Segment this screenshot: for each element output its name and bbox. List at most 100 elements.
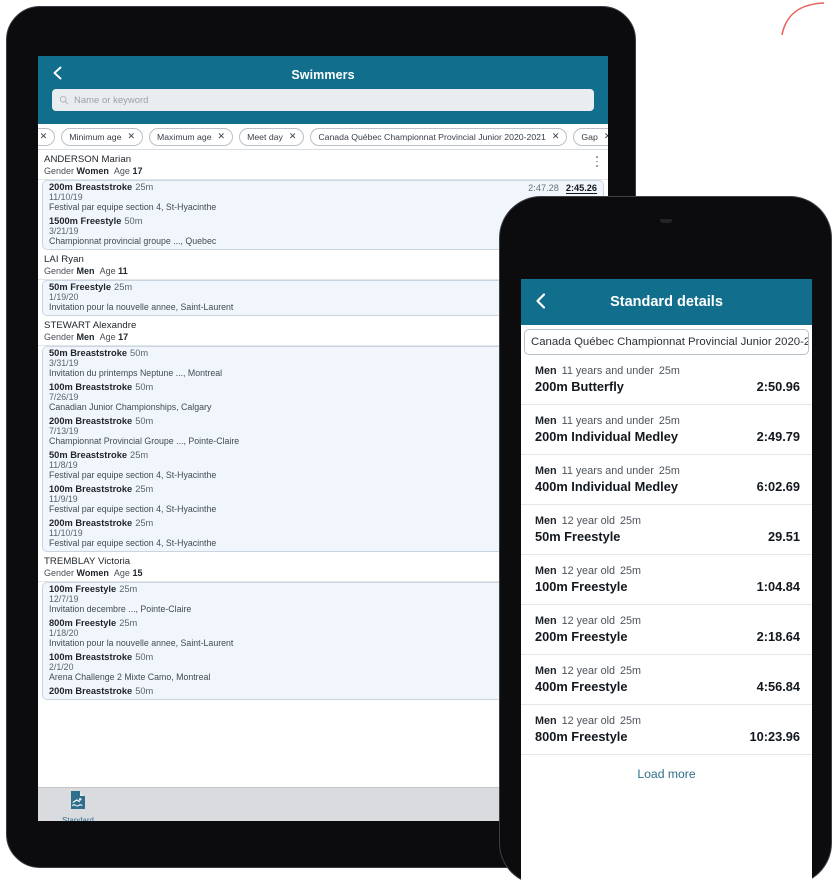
standard-time: 10:23.96 (749, 729, 800, 744)
event-course: 50m (135, 416, 154, 426)
standard-course: 25m (658, 465, 680, 477)
search-input[interactable] (74, 94, 587, 106)
standard-gender: Men (535, 615, 557, 627)
standard-row[interactable]: Men 12 year old 25m 100m Freestyle 1:04.84 (521, 555, 812, 605)
standard-age-group: 11 years and under (561, 365, 654, 377)
phone-speaker-slot (659, 219, 672, 223)
tab-item-standard[interactable]: Standard (48, 790, 108, 821)
filter-chip[interactable]: er✕ (38, 127, 56, 146)
gender-label: Gender (44, 332, 75, 342)
age-value: 17 (132, 166, 143, 176)
standard-event-name: 400m Individual Medley (535, 479, 678, 494)
standard-row-main: 100m Freestyle 1:04.84 (535, 579, 800, 594)
event-course: 25m (135, 182, 154, 192)
standard-gender: Men (535, 365, 557, 377)
event-name: 200m Breaststroke (49, 416, 133, 426)
standard-selector-value: Canada Québec Championnat Provincial Jun… (531, 336, 809, 348)
standard-time: 2:18.64 (756, 629, 800, 644)
standard-row-meta: Men 11 years and under 25m (535, 415, 800, 427)
filter-chip-label: Canada Québec Championnat Provincial Jun… (318, 131, 546, 142)
filter-chip-remove-icon[interactable]: ✕ (289, 132, 297, 141)
standard-row[interactable]: Men 12 year old 25m 50m Freestyle 29.51 (521, 505, 812, 555)
search-bar[interactable] (52, 89, 594, 111)
event-course: 25m (119, 584, 138, 594)
filter-chip-remove-icon[interactable]: ✕ (127, 132, 135, 141)
age-label: Age (113, 166, 130, 176)
standard-age-group: 11 years and under (561, 415, 654, 427)
page-title: Standard details (610, 294, 723, 310)
event-course: 25m (119, 618, 138, 628)
filter-chip-remove-icon[interactable]: ✕ (604, 132, 608, 141)
standard-age-group: 12 year old (561, 615, 616, 627)
gender-label: Gender (44, 166, 75, 176)
filter-chip-label: Maximum age (156, 131, 212, 142)
filter-chip[interactable]: Minimum age ✕ (61, 127, 143, 146)
event-course: 25m (130, 450, 149, 460)
standard-row[interactable]: Men 12 year old 25m 200m Freestyle 2:18.64 (521, 605, 812, 655)
standard-row[interactable]: Men 11 years and under 25m 200m Butterfly 2:… (521, 355, 812, 405)
standard-selector-field[interactable]: Canada Québec Championnat Provincial Jun… (524, 329, 809, 355)
standard-time: 2:50.96 (756, 379, 800, 394)
standard-age-group: 12 year old (561, 565, 616, 577)
standard-gender: Men (535, 665, 557, 677)
standard-row-main: 50m Freestyle 29.51 (535, 529, 800, 544)
filter-chip[interactable]: Maximum age ✕ (148, 127, 234, 146)
standard-row-main: 400m Freestyle 4:56.84 (535, 679, 800, 694)
event-name: 100m Breaststroke (49, 652, 133, 662)
filter-chip-remove-icon[interactable]: ✕ (552, 132, 560, 141)
event-name: 50m Breaststroke (49, 348, 128, 358)
filter-chip[interactable]: Canada Québec Championnat Provincial Jun… (310, 127, 568, 146)
phone-screen: Standard details Canada Québec Championn… (521, 279, 812, 885)
standard-row-main: 200m Individual Medley 2:49.79 (535, 429, 800, 444)
event-times: 2:47.28 2:45.26 (528, 183, 597, 194)
standard-document-icon (71, 791, 85, 809)
standard-event-name: 200m Butterfly (535, 379, 624, 394)
gender-value: Women (76, 166, 109, 176)
overflow-menu-icon[interactable] (592, 155, 602, 168)
standard-row[interactable]: Men 12 year old 25m 800m Freestyle 10:23.96 (521, 705, 812, 755)
event-name: 100m Freestyle (49, 584, 117, 594)
standard-course: 25m (620, 615, 642, 627)
filter-chip-remove-icon[interactable]: ✕ (40, 132, 48, 141)
event-name: 50m Breaststroke (49, 450, 128, 460)
age-value: 11 (118, 266, 128, 276)
event-course: 50m (124, 216, 143, 226)
event-name: 100m Breaststroke (49, 484, 133, 494)
event-name: 100m Breaststroke (49, 382, 133, 392)
event-title-line: 200m Breaststroke 25m (49, 182, 597, 192)
standard-age-group: 12 year old (561, 515, 616, 527)
filter-chips-row[interactable]: er✕ Minimum age ✕ Maximum age ✕ Meet day ✕ Cana… (38, 124, 608, 150)
standard-age-group: 11 years and under (561, 465, 654, 477)
event-name: 200m Breaststroke (49, 686, 133, 696)
event-name: 50m Freestyle (49, 282, 112, 292)
decorative-red-arc (780, 2, 828, 36)
filter-chip[interactable]: Gap ✕ (573, 127, 608, 146)
screenshot-stage: Swimmers er✕Minimum age✕Maximum age✕Meet… (0, 0, 832, 885)
standard-age-group: 12 year old (561, 715, 616, 727)
event-course: 50m (135, 686, 154, 696)
filter-chip-remove-icon[interactable]: ✕ (218, 132, 226, 141)
page-title: Swimmers (291, 68, 355, 82)
swimmer-name: ANDERSON Marian (44, 154, 132, 165)
standard-row-meta: Men 12 year old 25m (535, 565, 800, 577)
standard-row-meta: Men 12 year old 25m (535, 715, 800, 727)
swimmer-meta: Gender Women Age 17 (44, 166, 598, 176)
standard-row[interactable]: Men 12 year old 25m 400m Freestyle 4:56.84 (521, 655, 812, 705)
standard-time: 2:49.79 (756, 429, 800, 444)
event-course: 25m (135, 484, 154, 494)
standard-time: 1:04.84 (756, 579, 800, 594)
event-course: 50m (135, 382, 154, 392)
standard-row[interactable]: Men 11 years and under 25m 200m Individual … (521, 405, 812, 455)
tablet-app-header: Swimmers (38, 56, 608, 124)
event-time-previous: 2:47.28 (528, 183, 559, 193)
load-more-button[interactable]: Load more (521, 755, 812, 795)
standard-row[interactable]: Men 11 years and under 25m 400m Individual … (521, 455, 812, 505)
standard-course: 25m (620, 715, 642, 727)
standard-row-main: 800m Freestyle 10:23.96 (535, 729, 800, 744)
standard-time: 4:56.84 (756, 679, 800, 694)
standard-row-meta: Men 12 year old 25m (535, 515, 800, 527)
filter-chip[interactable]: Meet day ✕ (239, 127, 305, 146)
standard-rows-list[interactable]: Men 11 years and under 25m 200m Butterfly 2:… (521, 355, 812, 755)
standard-row-meta: Men 12 year old 25m (535, 615, 800, 627)
swimmer-header[interactable]: ANDERSON Marian Gender Women Age 17 (38, 150, 608, 180)
